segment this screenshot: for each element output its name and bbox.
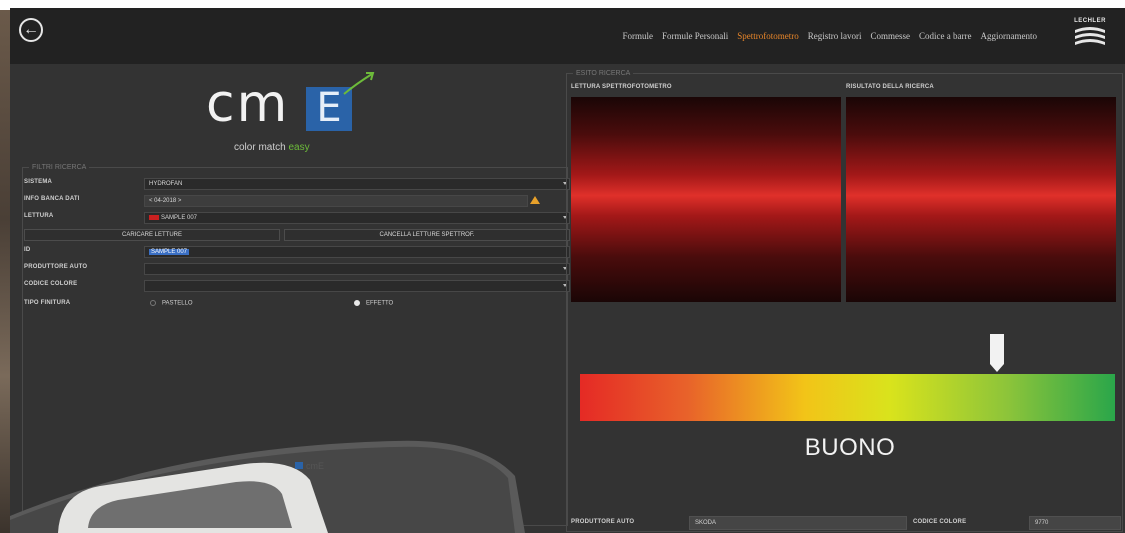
sistema-value: HYDROFAN [149, 181, 183, 187]
codice-colore-select[interactable] [144, 280, 570, 292]
result-produttore-value: SKODA [695, 520, 717, 526]
row-buttons: CARICARE LETTURE CANCELLA LETTURE SPETTR… [24, 229, 570, 241]
lechler-logo-icon [1075, 27, 1105, 45]
lettura-value: SAMPLE 007 [161, 215, 198, 221]
match-rating: BUONO [804, 434, 896, 461]
radio-on-icon [354, 300, 360, 306]
radio-off-icon [150, 300, 156, 306]
info-banca-dati-value: < 04-2018 > [149, 198, 182, 204]
nav-item-codice-a-barre[interactable]: Codice a barre [919, 31, 971, 41]
nav-item-formule[interactable]: Formule [623, 31, 654, 41]
cancella-letture-button[interactable]: CANCELLA LETTURE SPETTROF. [284, 229, 570, 241]
logo-tagline: color match easy [234, 142, 310, 153]
row-info-banca-dati: INFO BANCA DATI < 04-2018 > [24, 195, 570, 207]
info-banca-dati-label: INFO BANCA DATI [24, 196, 80, 202]
id-value: SAMPLE 007 [149, 249, 190, 255]
lettura-color-panel [571, 97, 841, 302]
tipo-finitura-label: TIPO FINITURA [24, 300, 71, 306]
warning-icon[interactable] [530, 196, 540, 204]
brand-logo: LECHLER [1068, 18, 1112, 53]
pastello-label: PASTELLO [162, 300, 193, 307]
sistema-select[interactable]: HYDROFAN [144, 178, 570, 190]
effetto-label: EFFETTO [366, 300, 394, 307]
result-produttore-field: SKODA [689, 516, 907, 530]
device-label: cmE [306, 461, 324, 471]
main-nav: Formule Formule Personali Spettrofotomet… [623, 31, 1037, 41]
esito-ricerca-legend: ESITO RICERCA [576, 70, 631, 77]
risultato-ricerca-title: RISULTATO DELLA RICERCA [846, 84, 934, 90]
info-banca-dati-field: < 04-2018 > [144, 195, 528, 207]
radio-effetto[interactable]: EFFETTO [354, 300, 393, 307]
row-id: ID SAMPLE 007 [24, 246, 570, 258]
row-codice-colore: CODICE COLORE [24, 280, 570, 292]
gauge-pointer-icon [990, 334, 1005, 372]
spectrophotometer-device: cmE [10, 440, 525, 533]
top-bar: ← Formule Formule Personali Spettrofotom… [10, 8, 1125, 64]
nav-item-registro-lavori[interactable]: Registro lavori [808, 31, 862, 41]
lettura-select[interactable]: SAMPLE 007 [144, 212, 570, 224]
result-info-row: PRODUTTORE AUTO SKODA CODICE COLORE 9770 [569, 516, 1121, 530]
logo-cm-text: cm [206, 74, 290, 134]
app-window: ← Formule Formule Personali Spettrofotom… [10, 8, 1125, 533]
produttore-auto-select[interactable] [144, 263, 570, 275]
row-sistema: SISTEMA HYDROFAN [24, 178, 570, 190]
match-quality-gauge [580, 374, 1115, 421]
id-input[interactable]: SAMPLE 007 [144, 246, 570, 258]
lettura-spettrofotometro-title: LETTURA SPETTROFOTOMETRO [571, 84, 672, 90]
result-produttore-label: PRODUTTORE AUTO [571, 519, 635, 525]
codice-colore-label: CODICE COLORE [24, 281, 78, 287]
sistema-label: SISTEMA [24, 179, 53, 185]
row-produttore-auto: PRODUTTORE AUTO [24, 263, 570, 275]
tagline-main: color match [234, 142, 286, 153]
lettura-label: LETTURA [24, 213, 54, 219]
screen: ← Formule Formule Personali Spettrofotom… [0, 0, 1125, 533]
caricare-letture-button[interactable]: CARICARE LETTURE [24, 229, 280, 241]
desktop-background-strip [0, 10, 10, 533]
risultato-color-panel [846, 97, 1116, 302]
logo-arrow-icon [343, 72, 375, 95]
color-swatch [149, 214, 159, 220]
row-lettura: LETTURA SAMPLE 007 [24, 212, 570, 224]
back-arrow-icon[interactable]: ← [19, 18, 43, 42]
id-label: ID [24, 247, 31, 253]
nav-item-formule-personali[interactable]: Formule Personali [662, 31, 728, 41]
nav-item-aggiornamento[interactable]: Aggiornamento [981, 31, 1038, 41]
nav-item-spettrofotometro[interactable]: Spettrofotometro [737, 31, 799, 41]
produttore-auto-label: PRODUTTORE AUTO [24, 264, 88, 270]
nav-item-commesse[interactable]: Commesse [871, 31, 911, 41]
cme-logo: cm E color match easy [206, 70, 376, 160]
result-codice-field: 9770 [1029, 516, 1121, 530]
radio-pastello[interactable]: PASTELLO [150, 300, 193, 307]
result-codice-value: 9770 [1035, 520, 1049, 526]
filtri-ricerca-legend: FILTRI RICERCA [32, 164, 87, 171]
result-codice-label: CODICE COLORE [913, 519, 967, 525]
tagline-accent: easy [288, 142, 310, 153]
row-tipo-finitura: TIPO FINITURA PASTELLO EFFETTO [24, 299, 570, 311]
